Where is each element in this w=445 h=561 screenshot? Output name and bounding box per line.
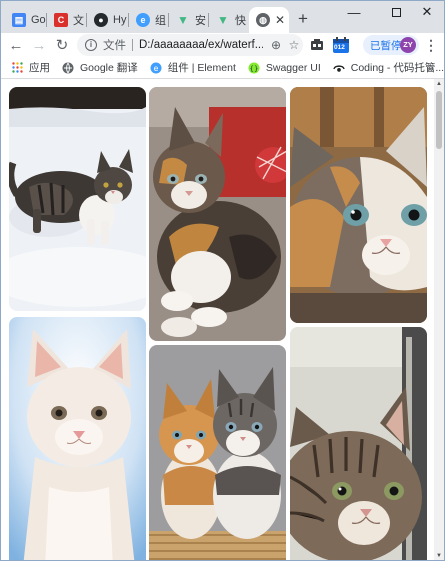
kitten-in-snow-photo[interactable] — [9, 87, 146, 311]
red-c-icon: C — [54, 13, 68, 27]
tab-vue-install[interactable]: ▼ 安 — [169, 7, 209, 33]
globe-icon — [62, 62, 74, 74]
tab-element[interactable]: e 组 — [129, 7, 169, 33]
back-button[interactable]: ← — [5, 34, 27, 56]
tab-github[interactable]: ● Hy — [87, 7, 129, 33]
bookmark-star-icon[interactable]: ☆ — [285, 36, 303, 54]
tab-csdn[interactable]: C 文 — [47, 7, 87, 33]
file-scheme-label: 文件 — [103, 40, 126, 52]
paused-label: 已暂停 — [370, 39, 402, 52]
info-icon[interactable]: i — [85, 39, 97, 51]
page-scrollbar[interactable]: ▲ ▼ — [434, 79, 444, 560]
close-window-button[interactable]: ✕ — [411, 1, 443, 23]
scroll-up-arrow-icon[interactable]: ▲ — [434, 79, 444, 89]
maximize-icon — [391, 7, 401, 17]
svg-text:e: e — [153, 64, 158, 73]
avatar: ZY — [400, 37, 416, 53]
tab-vue-quick[interactable]: ▼ 快 — [209, 7, 249, 33]
reload-button[interactable]: ↻ — [51, 34, 73, 56]
tab-label: 组 — [155, 15, 166, 27]
apps-grid-icon — [11, 62, 23, 74]
address-bar[interactable]: i 文件 D:/aaaaaaaa/ex/waterf... ⊕ ☆ — [77, 34, 303, 56]
element-icon: e — [136, 13, 150, 27]
tab-google-docs[interactable]: ▤ Go — [5, 7, 47, 33]
new-tab-button[interactable]: + — [293, 9, 313, 29]
bookmark-swagger[interactable]: {} Swagger UI — [242, 57, 327, 79]
zoom-icon[interactable]: ⊕ — [267, 36, 285, 54]
bookmark-element[interactable]: e 组件 | Element — [144, 57, 242, 79]
browser-window: ▤ Go C 文 ● Hy e 组 ▼ 安 ▼ 快 ◍ ✕ + — ✕ ← → … — [0, 0, 445, 561]
tab-label: Go — [31, 14, 46, 26]
maximize-button[interactable] — [377, 1, 415, 23]
tab-active-local-file[interactable]: ◍ ✕ — [249, 7, 289, 33]
bookmark-label: Google 翻译 — [80, 62, 138, 74]
bookmark-label: 组件 | Element — [167, 62, 236, 74]
svg-text:{}: {} — [249, 64, 258, 72]
url-text[interactable]: D:/aaaaaaaa/ex/waterf... — [139, 39, 263, 51]
vue-icon: ▼ — [217, 13, 229, 27]
kitten-window-photo[interactable] — [290, 327, 427, 560]
menu-kebab-icon[interactable]: ⋮ — [423, 35, 439, 55]
coding-icon — [332, 62, 345, 74]
tab-label: 文 — [73, 15, 84, 27]
scroll-down-arrow-icon[interactable]: ▼ — [434, 551, 444, 560]
bookmark-apps[interactable]: 应用 — [1, 57, 56, 79]
bookmarks-bar: 应用 Google 翻译 e 组件 | Element {} Swagger U… — [1, 57, 444, 79]
bookmark-google-translate[interactable]: Google 翻译 — [56, 57, 144, 79]
element-icon: e — [150, 62, 162, 74]
profile-paused-button[interactable]: 已暂停 ZY — [363, 35, 419, 55]
bookmarks-overflow-button[interactable]: » — [427, 57, 434, 79]
github-icon: ● — [94, 13, 108, 27]
bookmark-label: Swagger UI — [265, 61, 321, 74]
swagger-icon: {} — [248, 62, 260, 74]
close-tab-icon[interactable]: ✕ — [275, 13, 285, 27]
navigation-toolbar: ← → ↻ i 文件 D:/aaaaaaaa/ex/waterf... ⊕ ☆ … — [1, 33, 444, 57]
extension-badge: 012 — [334, 44, 345, 51]
calendar-extension-icon[interactable]: 012 — [331, 35, 351, 55]
tab-label: 快 — [235, 15, 246, 27]
two-kittens-photo[interactable] — [149, 345, 286, 560]
globe-icon: ◍ — [256, 13, 270, 27]
extension-puzzle-icon[interactable] — [307, 35, 327, 55]
address-divider — [132, 39, 133, 51]
kitten-calico-face-photo[interactable] — [290, 87, 427, 323]
tab-strip: ▤ Go C 文 ● Hy e 组 ▼ 安 ▼ 快 ◍ ✕ + — ✕ — [1, 1, 444, 33]
google-docs-icon: ▤ — [12, 13, 26, 27]
tab-label: Hy — [113, 14, 127, 26]
minimize-button[interactable]: — — [335, 1, 373, 23]
bookmark-label: 应用 — [29, 62, 50, 74]
kitten-white-photo[interactable] — [9, 317, 146, 560]
forward-button[interactable]: → — [28, 34, 50, 56]
tab-label: 安 — [195, 15, 206, 27]
scrollbar-thumb[interactable] — [436, 91, 442, 149]
waterfall-gallery — [1, 79, 434, 560]
kitten-red-ball-photo[interactable] — [149, 87, 286, 341]
vue-icon: ▼ — [177, 13, 189, 27]
